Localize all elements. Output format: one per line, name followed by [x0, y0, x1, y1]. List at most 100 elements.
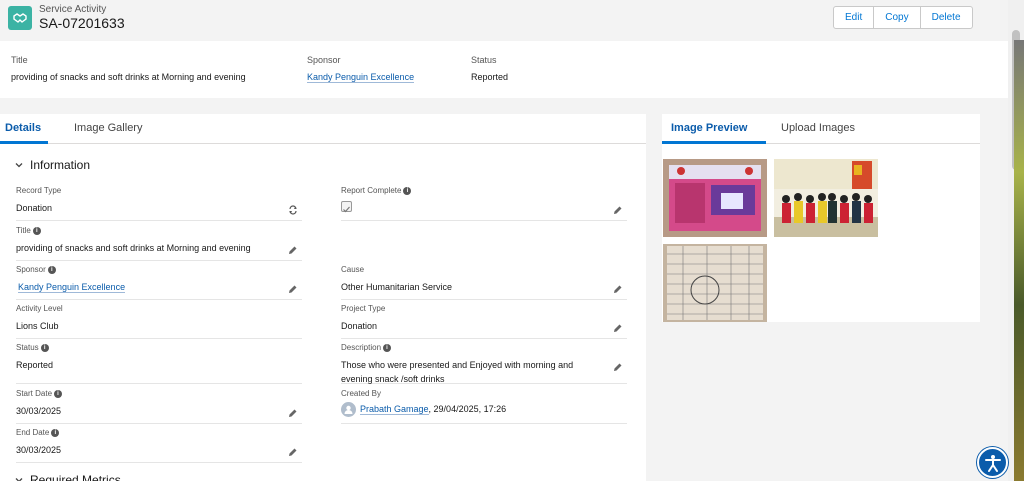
report-complete-checkbox — [341, 201, 352, 213]
created-by-timestamp: , 29/04/2025, 17:26 — [428, 404, 507, 414]
cause-label: Cause — [341, 265, 365, 274]
pencil-icon[interactable] — [613, 205, 623, 215]
field-status: Status i Reported — [16, 343, 302, 384]
image-thumbnail[interactable] — [663, 244, 767, 322]
tab-image-gallery[interactable]: Image Gallery — [74, 122, 142, 134]
active-tab-indicator — [662, 141, 766, 144]
field-start-date: Start Date i 30/03/2025 — [16, 389, 302, 424]
end-date-value: 30/03/2025 — [16, 445, 62, 455]
tab-image-preview[interactable]: Image Preview — [671, 122, 747, 134]
status-value: Reported — [16, 360, 54, 370]
image-thumbnail[interactable] — [774, 159, 878, 237]
details-card: Details Image Gallery Information Record… — [0, 114, 646, 481]
activity-level-label: Activity Level — [16, 304, 63, 313]
object-type-label: Service Activity — [39, 4, 107, 15]
action-button-group: Edit Copy Delete — [833, 6, 973, 29]
project-type-label: Project Type — [341, 304, 386, 313]
highlight-sponsor-link[interactable]: Kandy Penguin Excellence — [307, 72, 415, 83]
active-tab-indicator — [0, 141, 48, 144]
field-cause: Cause Other Humanitarian Service — [341, 265, 627, 300]
end-date-label-wrap: End Date i — [16, 428, 60, 437]
pencil-icon[interactable] — [613, 284, 623, 294]
report-complete-label: Report Complete — [341, 186, 402, 195]
tab-upload-images[interactable]: Upload Images — [781, 122, 855, 134]
field-project-type: Project Type Donation — [341, 304, 627, 339]
edit-button[interactable]: Edit — [834, 7, 875, 28]
info-icon[interactable]: i — [54, 389, 63, 398]
copy-button[interactable]: Copy — [874, 7, 921, 28]
status-label-wrap: Status i — [16, 343, 49, 352]
cause-value: Other Humanitarian Service — [341, 282, 453, 292]
description-value: Those who were presented and Enjoyed wit… — [341, 360, 574, 384]
pencil-icon[interactable] — [613, 323, 623, 333]
tab-details[interactable]: Details — [5, 122, 41, 134]
info-icon[interactable]: i — [47, 265, 56, 274]
delete-button[interactable]: Delete — [921, 7, 972, 28]
highlight-status: Status Reported — [471, 55, 508, 82]
highlight-sponsor-label: Sponsor — [307, 55, 341, 65]
highlights-panel: Title providing of snacks and soft drink… — [0, 41, 1008, 98]
created-by-user-link[interactable]: Prabath Gamage — [360, 404, 429, 415]
pencil-icon[interactable] — [288, 408, 298, 418]
description-label-wrap: Description i — [341, 343, 392, 352]
start-date-label: Start Date — [16, 389, 53, 398]
pencil-icon[interactable] — [288, 245, 298, 255]
title-label: Title — [16, 226, 31, 235]
chevron-down-icon — [15, 163, 23, 168]
highlight-sponsor-value-wrap: Kandy Penguin Excellence — [307, 72, 415, 83]
field-created-by: Created By Prabath Gamage, 29/04/2025, 1… — [341, 389, 627, 424]
field-record-type: Record Type Donation — [16, 186, 302, 221]
image-tab-bar: Image Preview Upload Images — [662, 114, 980, 144]
pencil-icon[interactable] — [288, 447, 298, 457]
field-activity-level: Activity Level Lions Club — [16, 304, 302, 339]
start-date-label-wrap: Start Date i — [16, 389, 63, 398]
record-name: SA-07201633 — [39, 15, 125, 31]
handshake-icon — [8, 6, 32, 30]
checkmark-icon — [343, 206, 350, 213]
pencil-icon[interactable] — [288, 284, 298, 294]
field-report-complete: Report Complete i — [341, 186, 627, 221]
highlight-status-value: Reported — [471, 72, 509, 82]
sponsor-label: Sponsor — [16, 265, 46, 274]
created-by-value: Prabath Gamage, 29/04/2025, 17:26 — [341, 402, 507, 418]
image-card: Image Preview Upload Images — [662, 114, 980, 322]
highlight-status-label: Status — [471, 55, 497, 65]
info-icon[interactable]: i — [51, 428, 60, 437]
accessibility-icon[interactable] — [977, 447, 1008, 478]
description-label: Description — [341, 343, 382, 352]
title-value: providing of snacks and soft drinks at M… — [16, 243, 251, 253]
image-thumbnail[interactable] — [663, 159, 767, 237]
info-icon[interactable]: i — [32, 226, 41, 235]
created-by-label: Created By — [341, 389, 382, 398]
background-strip — [1014, 40, 1024, 481]
highlight-title-label: Title — [11, 55, 28, 65]
sponsor-link[interactable]: Kandy Penguin Excellence — [18, 282, 126, 293]
activity-level-value: Lions Club — [16, 321, 59, 331]
chevron-down-icon — [15, 478, 23, 481]
field-description: Description i Those who were presented an… — [341, 343, 627, 384]
info-icon[interactable]: i — [40, 343, 49, 352]
status-label: Status — [16, 343, 39, 352]
start-date-value: 30/03/2025 — [16, 406, 62, 416]
sponsor-label-wrap: Sponsor i — [16, 265, 56, 274]
tab-bar: Details Image Gallery — [0, 114, 646, 144]
record-type-value: Donation — [16, 203, 53, 213]
section-required-metrics-title: Required Metrics — [30, 473, 121, 481]
title-label-wrap: Title i — [16, 226, 41, 235]
field-title: Title i providing of snacks and soft drin… — [16, 226, 302, 261]
change-record-type-icon[interactable] — [288, 205, 298, 215]
info-icon[interactable]: i — [403, 186, 412, 195]
highlight-title: Title providing of snacks and soft drink… — [11, 55, 246, 82]
highlight-sponsor: Sponsor Kandy Penguin Excellence — [307, 55, 415, 83]
section-information-header[interactable]: Information — [14, 158, 90, 172]
info-icon[interactable]: i — [383, 343, 392, 352]
pencil-icon[interactable] — [613, 362, 623, 372]
section-information-title: Information — [30, 158, 91, 172]
user-avatar-icon — [341, 402, 356, 418]
section-required-metrics-header[interactable]: Required Metrics — [14, 473, 121, 481]
project-type-value: Donation — [341, 321, 378, 331]
highlight-title-value: providing of snacks and soft drinks at M… — [11, 72, 246, 82]
sponsor-value-wrap: Kandy Penguin Excellence — [18, 280, 126, 294]
field-end-date: End Date i 30/03/2025 — [16, 428, 302, 463]
record-type-label: Record Type — [16, 186, 62, 195]
